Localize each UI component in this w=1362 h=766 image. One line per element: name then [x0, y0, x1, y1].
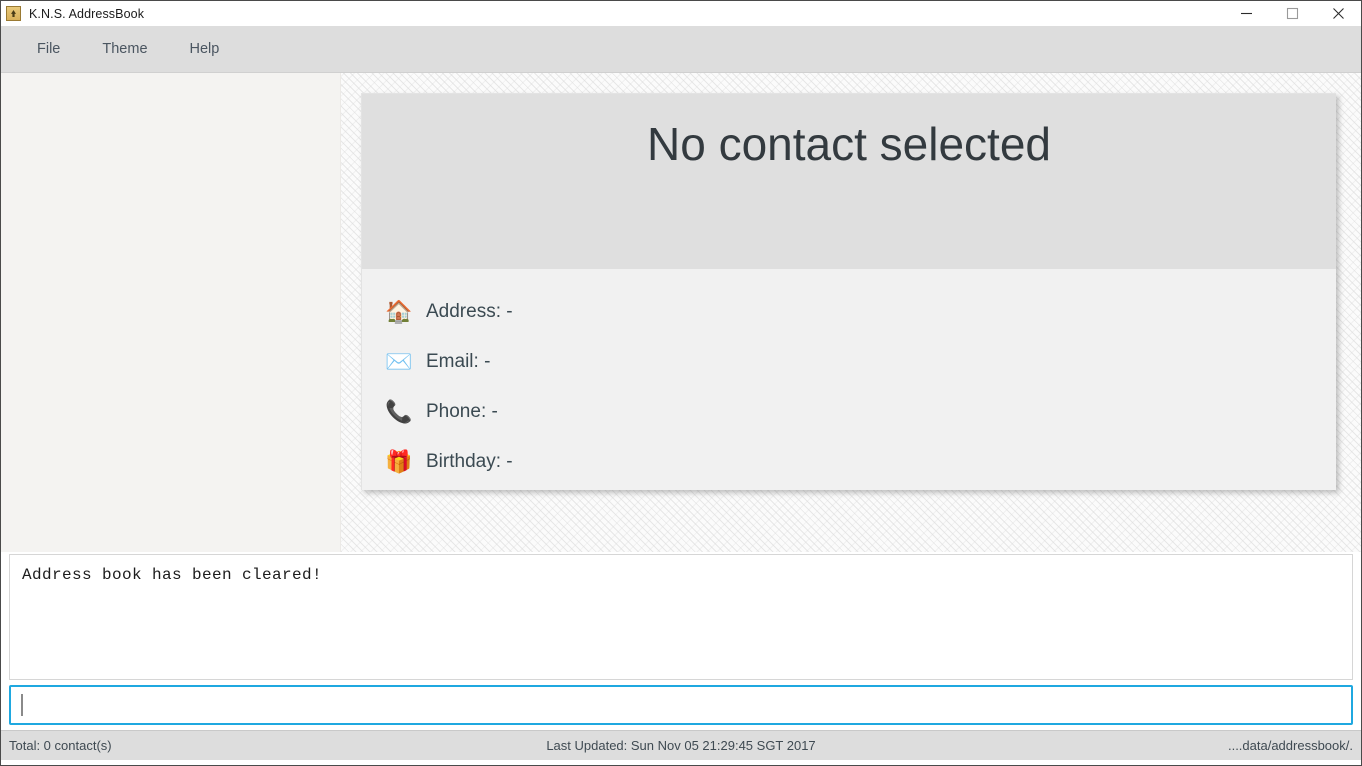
status-bar: Total: 0 contact(s) Last Updated: Sun No… — [1, 730, 1361, 760]
detail-birthday-text: Birthday: - — [426, 451, 513, 472]
menu-bar: File Theme Help — [1, 26, 1361, 73]
menu-item-theme[interactable]: Theme — [86, 39, 163, 59]
contact-name: No contact selected — [646, 118, 1051, 170]
detail-email-text: Email: - — [426, 351, 491, 372]
close-icon[interactable] — [1315, 1, 1361, 26]
contact-card-body: 🏠 Address: - ✉️ Email: - 📞 Phone: - 🎁 Bi… — [362, 269, 1336, 490]
main-region: No contact selected 🏠 Address: - ✉️ Emai… — [1, 73, 1361, 552]
menu-item-file[interactable]: File — [21, 39, 76, 59]
status-total-contacts: Total: 0 contact(s) — [9, 738, 112, 753]
window-title: K.N.S. AddressBook — [29, 6, 145, 21]
application-window: K.N.S. AddressBook File Theme Help No co… — [0, 0, 1362, 766]
house-icon: 🏠 — [385, 299, 413, 324]
detail-address-text: Address: - — [426, 301, 513, 322]
title-bar: K.N.S. AddressBook — [1, 1, 1361, 26]
detail-row-email: ✉️ Email: - — [384, 337, 1336, 387]
contact-card-header: No contact selected — [362, 94, 1336, 269]
java-app-icon — [6, 6, 21, 21]
contact-card: No contact selected 🏠 Address: - ✉️ Emai… — [361, 93, 1336, 490]
gift-icon: 🎁 — [385, 449, 413, 474]
browser-panel: No contact selected 🏠 Address: - ✉️ Emai… — [341, 73, 1361, 552]
command-input[interactable] — [9, 685, 1353, 725]
result-display[interactable]: Address book has been cleared! — [9, 554, 1353, 680]
status-last-updated: Last Updated: Sun Nov 05 21:29:45 SGT 20… — [546, 738, 816, 753]
window-controls — [1223, 1, 1361, 26]
maximize-icon[interactable] — [1269, 1, 1315, 26]
detail-phone-text: Phone: - — [426, 401, 498, 422]
detail-row-birthday: 🎁 Birthday: - — [384, 437, 1336, 487]
person-list-panel[interactable] — [1, 73, 341, 552]
command-box-container — [1, 682, 1361, 730]
result-display-container: Address book has been cleared! — [1, 552, 1361, 682]
detail-row-phone: 📞 Phone: - — [384, 387, 1336, 437]
text-caret — [21, 694, 23, 716]
telephone-icon: 📞 — [385, 399, 413, 424]
menu-item-help[interactable]: Help — [174, 39, 236, 59]
minimize-icon[interactable] — [1223, 1, 1269, 26]
detail-row-address: 🏠 Address: - — [384, 287, 1336, 337]
envelope-icon: ✉️ — [385, 349, 413, 374]
result-display-text: Address book has been cleared! — [22, 566, 323, 584]
status-save-location: ....data/addressbook/. — [1227, 738, 1353, 753]
